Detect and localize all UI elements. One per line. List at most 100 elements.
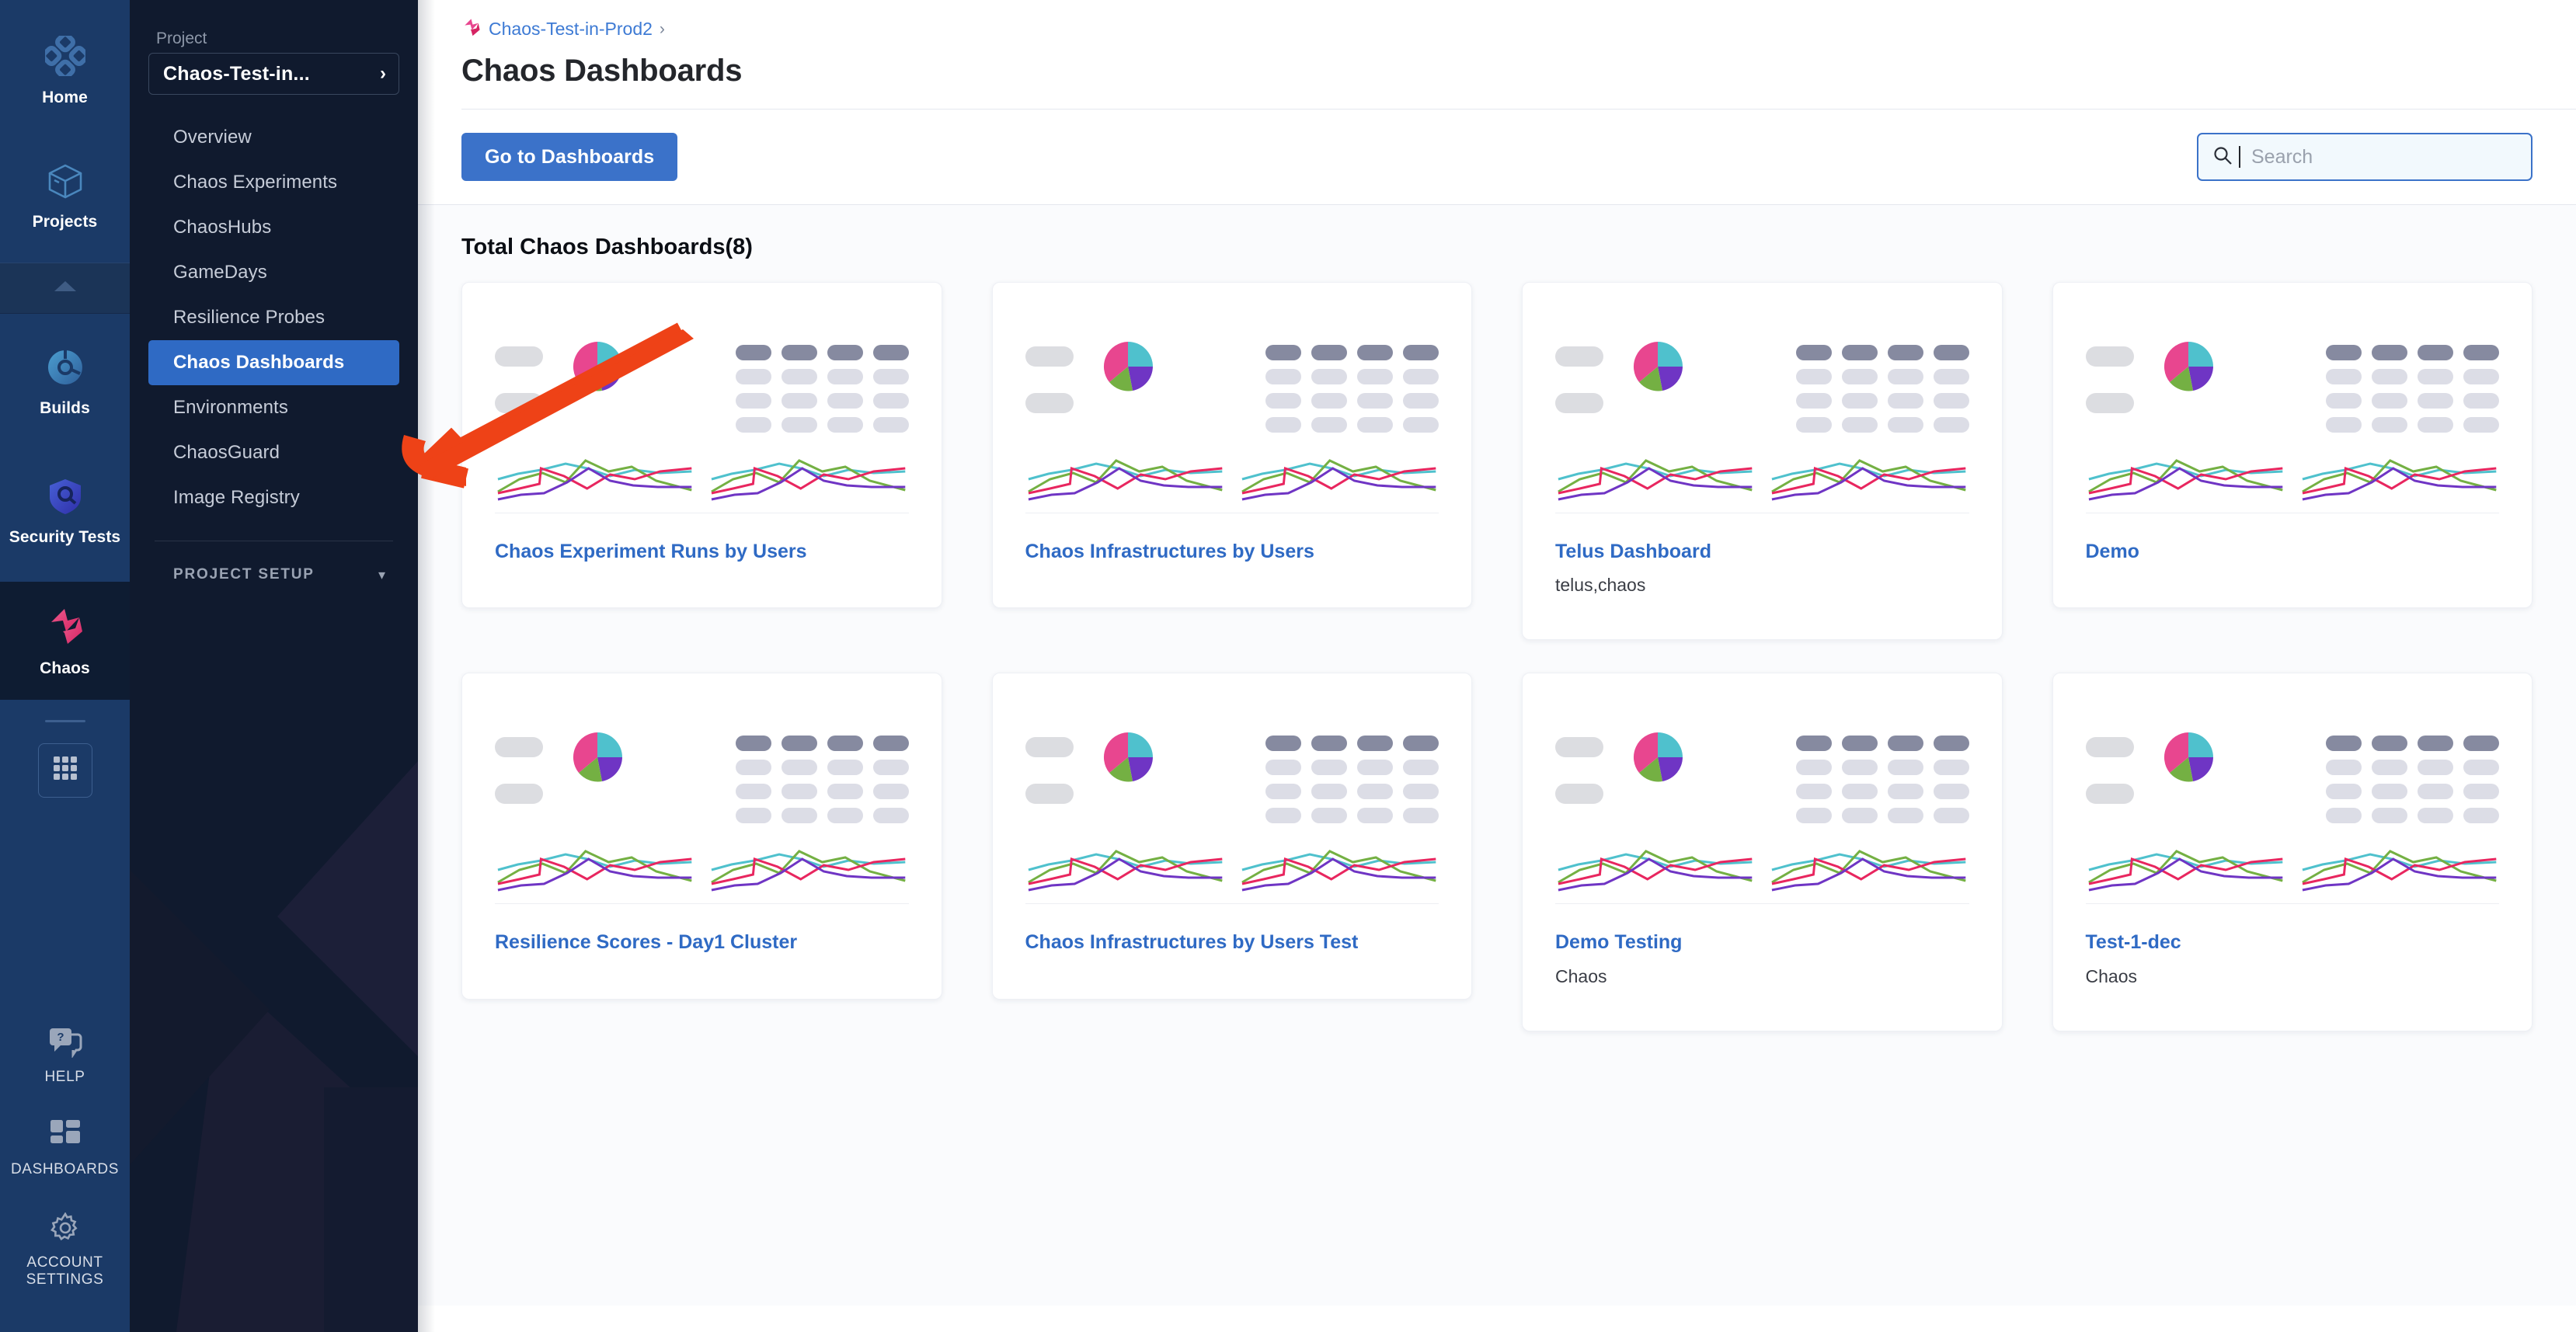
thumb-table-cell (1887, 808, 1923, 824)
thumb-table-cell (781, 369, 817, 384)
thumb-table-cell (2463, 393, 2499, 409)
thumb-table (2326, 732, 2499, 824)
dashboard-card[interactable]: Chaos Infrastructures by Users (991, 282, 1472, 609)
dashboard-card-subtitle: Chaos (2085, 965, 2137, 986)
rail-collapse-toggle[interactable] (0, 263, 130, 315)
sidebar-item-label: ChaosGuard (173, 442, 280, 463)
go-to-dashboards-button[interactable]: Go to Dashboards (461, 133, 678, 181)
rail-item-security-tests[interactable]: Security Tests (0, 466, 130, 558)
sidebar-item-gamedays[interactable]: GameDays (148, 250, 399, 295)
thumb-table-cell (2463, 760, 2499, 776)
thumb-table-header-cell (1265, 345, 1301, 360)
thumb-table-cell (2326, 369, 2362, 384)
thumb-table-cell (1357, 760, 1393, 776)
thumb-sparkline (1027, 459, 1223, 501)
dashboard-card-title[interactable]: Chaos Experiment Runs by Users (495, 540, 909, 564)
rail-item-account-settings[interactable]: ACCOUNT SETTINGS (0, 1195, 130, 1306)
thumb-table-cell (872, 369, 909, 384)
thumb-table-cell (781, 784, 817, 800)
sidebar-item-label: Overview (173, 127, 252, 148)
thumb-sparkline (1241, 459, 1436, 501)
sidebar-item-environments[interactable]: Environments (148, 385, 399, 430)
thumb-table-header-cell (735, 345, 771, 360)
dashboard-card-title[interactable]: Chaos Infrastructures by Users Test (1025, 930, 1439, 955)
thumb-table-cell (1311, 417, 1347, 433)
dashboard-card[interactable]: Demo (2052, 282, 2532, 609)
thumb-table-cell (735, 393, 771, 409)
thumb-pie-chart (2160, 729, 2216, 789)
thumb-table-header-cell (2372, 736, 2407, 752)
thumb-pills (1025, 342, 1074, 413)
chaos-module-icon (461, 17, 482, 41)
dashboard-card-title[interactable]: Chaos Infrastructures by Users (1025, 540, 1439, 564)
thumb-sparkline (2301, 459, 2497, 501)
thumb-sparkline (1241, 850, 1436, 892)
thumb-table-cell (2418, 760, 2453, 776)
dashboard-card-title[interactable]: Test-1-dec (2086, 930, 2500, 955)
thumb-table-cell (1795, 760, 1832, 776)
dashboard-thumbnail (495, 306, 909, 501)
thumb-table-cell (1403, 417, 1439, 433)
thumb-pill (2085, 737, 2134, 758)
sidebar-project-setup[interactable]: PROJECT SETUP ▾ (148, 558, 399, 591)
thumb-table-header-cell (1795, 345, 1832, 360)
rail-item-dashboards[interactable]: DASHBOARDS (0, 1102, 130, 1195)
project-label: Project (156, 30, 207, 47)
card-divider (495, 903, 909, 905)
content-edge-shadow (418, 0, 435, 1332)
thumb-table-header-cell (2418, 345, 2453, 360)
thumb-table-header-cell (1311, 345, 1347, 360)
dashboard-card[interactable]: Chaos Infrastructures by Users Test (991, 673, 1472, 1000)
thumb-table-cell (1887, 417, 1923, 433)
sidebar-item-image-registry[interactable]: Image Registry (148, 475, 399, 520)
sidebar-item-chaosguard[interactable]: ChaosGuard (148, 430, 399, 475)
dashboard-card-title[interactable]: Telus Dashboard (1555, 540, 1969, 564)
thumb-table-header-cell (1795, 736, 1832, 752)
rail-item-home[interactable]: Home (0, 25, 130, 118)
builds-icon (46, 348, 85, 391)
sidebar-item-overview[interactable]: Overview (148, 115, 399, 160)
thumb-table-cell (1311, 808, 1347, 824)
thumb-sparkline (497, 459, 692, 501)
thumb-table-cell (1887, 760, 1923, 776)
dashboards-panel: Total Chaos Dashboards(8) Chaos Experime… (418, 205, 2576, 1306)
search-input[interactable] (2251, 145, 2517, 169)
thumb-table-header-cell (1887, 736, 1923, 752)
thumb-pills (495, 342, 543, 413)
dashboard-card-title[interactable]: Demo Testing (1555, 930, 1969, 955)
thumb-table-cell (1841, 369, 1878, 384)
sidebar-nav-list: Overview Chaos Experiments ChaosHubs Gam… (148, 115, 399, 520)
sidebar-item-chaos-experiments[interactable]: Chaos Experiments (148, 160, 399, 205)
thumb-table-cell (1841, 417, 1878, 433)
rail-item-help[interactable]: ? HELP (0, 1010, 130, 1103)
dashboard-card-title[interactable]: Demo (2086, 540, 2500, 564)
thumb-table-cell (781, 417, 817, 433)
dashboard-card-title[interactable]: Resilience Scores - Day1 Cluster (495, 930, 909, 955)
sidebar-item-resilience-probes[interactable]: Resilience Probes (148, 295, 399, 340)
search-icon (2212, 145, 2233, 169)
search-box[interactable] (2197, 133, 2532, 181)
sidebar-content: Project Chaos-Test-in... › Overview Chao… (130, 0, 418, 591)
sidebar-item-chaos-dashboards[interactable]: Chaos Dashboards (148, 340, 399, 385)
thumb-sparkline (1558, 850, 1753, 892)
breadcrumb-link-project[interactable]: Chaos-Test-in-Prod2 (489, 19, 653, 40)
home-diamond-icon (40, 32, 89, 80)
thumb-table-cell (2418, 808, 2453, 824)
sidebar-item-chaoshubs[interactable]: ChaosHubs (148, 205, 399, 250)
thumb-table-header-cell (1357, 736, 1393, 752)
dashboard-card[interactable]: Demo Testing Chaos (1522, 673, 2003, 1031)
rail-item-chaos[interactable]: Chaos (0, 581, 130, 700)
thumb-sparkline (1027, 850, 1223, 892)
thumb-table-cell (1265, 417, 1301, 433)
thumb-table-cell (872, 393, 909, 409)
rail-item-projects[interactable]: Projects (0, 151, 130, 242)
dashboard-card[interactable]: Telus Dashboard telus,chaos (1522, 282, 2003, 641)
dashboard-card[interactable]: Resilience Scores - Day1 Cluster (461, 673, 942, 1000)
apps-grid-button[interactable] (37, 743, 92, 798)
project-selector[interactable]: Chaos-Test-in... › (148, 53, 399, 95)
dashboard-card[interactable]: Test-1-dec Chaos (2052, 673, 2532, 1031)
sidebar-item-label: ChaosHubs (173, 217, 272, 238)
dashboard-card[interactable]: Chaos Experiment Runs by Users (461, 282, 942, 609)
main-content: Chaos-Test-in-Prod2 › Chaos Dashboards G… (418, 0, 2576, 1332)
rail-item-builds[interactable]: Builds (0, 337, 130, 429)
